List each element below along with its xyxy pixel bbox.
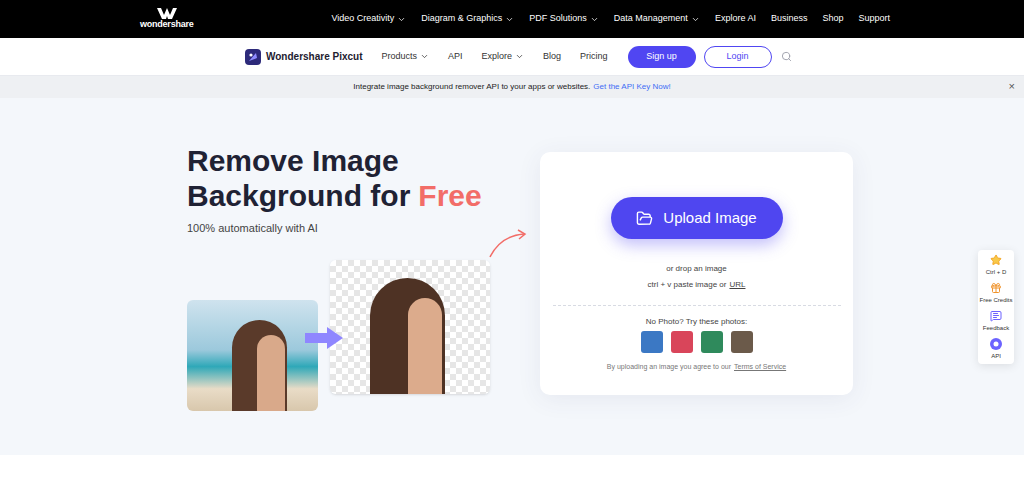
search-icon[interactable] [781, 51, 792, 62]
api-key-link[interactable]: Get the API Key Now! [593, 81, 670, 93]
signup-button[interactable]: Sign up [628, 46, 696, 68]
chevron-down-icon [397, 15, 406, 24]
star-icon [990, 254, 1002, 266]
wondershare-logo-icon [157, 8, 177, 19]
paste-hint: ctrl + v paste image orURL [648, 279, 746, 291]
hero-title: Remove ImageBackground forFree [187, 143, 540, 213]
pixcut-logo-icon [245, 49, 261, 65]
sample-photos [641, 331, 753, 353]
chevron-down-icon [691, 15, 700, 24]
chevron-down-icon [420, 52, 429, 61]
gift-icon [990, 282, 1002, 294]
sample-photo[interactable] [641, 331, 663, 353]
product-nav-item[interactable]: Products [382, 50, 430, 64]
top-nav-item[interactable]: Explore AI [715, 12, 756, 26]
page: wondershare Video Creativity Diagram & Gra… [0, 0, 1024, 491]
pixcut-logo[interactable]: Wondershare Pixcut [245, 49, 363, 65]
top-nav-item[interactable]: PDF Solutions [529, 12, 599, 26]
side-tool[interactable]: Free Credits [978, 282, 1014, 304]
product-nav-item[interactable]: Pricing [580, 50, 608, 64]
upload-image-button[interactable]: Upload Image [611, 197, 783, 239]
banner-close-button[interactable]: × [1009, 80, 1015, 92]
sample-photo[interactable] [731, 331, 753, 353]
side-tool[interactable]: Feedback [978, 310, 1014, 332]
top-nav-item[interactable]: Data Management [614, 12, 700, 26]
sample-photo[interactable] [671, 331, 693, 353]
side-tool[interactable]: Ctrl + D [978, 254, 1014, 276]
hero-title-highlight: Free [418, 179, 481, 212]
side-tools: Ctrl + D Free Credits Feedback API [978, 250, 1014, 364]
product-nav-item[interactable]: Blog [543, 50, 561, 64]
top-nav-item[interactable]: Video Creativity [331, 12, 406, 26]
hero: Remove ImageBackground forFree 100% autom… [0, 98, 1024, 455]
folder-icon [636, 210, 653, 227]
arrow-right-icon [305, 327, 343, 349]
feedback-icon [990, 310, 1002, 322]
top-nav-item[interactable]: Support [858, 12, 890, 26]
terms-text: By uploading an image you agree to ourTe… [607, 362, 786, 372]
api-banner: Integrate image background remover API t… [0, 76, 1024, 98]
top-nav-item[interactable]: Diagram & Graphics [421, 12, 514, 26]
product-nav-item[interactable]: API [448, 50, 463, 64]
curved-arrow-icon [488, 229, 528, 259]
wondershare-logo[interactable]: wondershare [140, 8, 194, 30]
page-bottom [0, 455, 1024, 491]
hero-left: Remove ImageBackground forFree 100% autom… [187, 143, 540, 412]
upload-card: Upload Image or drop an image ctrl + v pas… [540, 152, 853, 395]
demo-images [187, 257, 532, 412]
login-button[interactable]: Login [704, 46, 772, 68]
samples-label: No Photo? Try these photos: [646, 316, 747, 327]
after-photo [330, 260, 490, 394]
top-nav-item[interactable]: Shop [822, 12, 843, 26]
chevron-down-icon [505, 15, 514, 24]
url-link[interactable]: URL [729, 279, 745, 291]
product-bar: Wondershare Pixcut Products API Explore Blog… [0, 38, 1024, 76]
chevron-down-icon [590, 15, 599, 24]
product-nav-item[interactable]: Explore [482, 50, 525, 64]
sample-photo[interactable] [701, 331, 723, 353]
drop-hint: or drop an image [666, 263, 726, 275]
top-nav-item[interactable]: Business [771, 12, 808, 26]
api-icon [990, 338, 1002, 350]
product-nav: Products API Explore Blog Pricing [382, 50, 608, 64]
before-photo [187, 300, 318, 411]
terms-link[interactable]: Terms of Service [734, 362, 786, 372]
side-tool[interactable]: API [978, 338, 1014, 360]
divider [553, 305, 841, 306]
top-nav: Video Creativity Diagram & Graphics PDF So… [331, 12, 890, 26]
chevron-down-icon [515, 52, 524, 61]
top-bar: wondershare Video Creativity Diagram & Gra… [0, 0, 1024, 38]
hero-subtitle: 100% automatically with AI [187, 221, 540, 235]
